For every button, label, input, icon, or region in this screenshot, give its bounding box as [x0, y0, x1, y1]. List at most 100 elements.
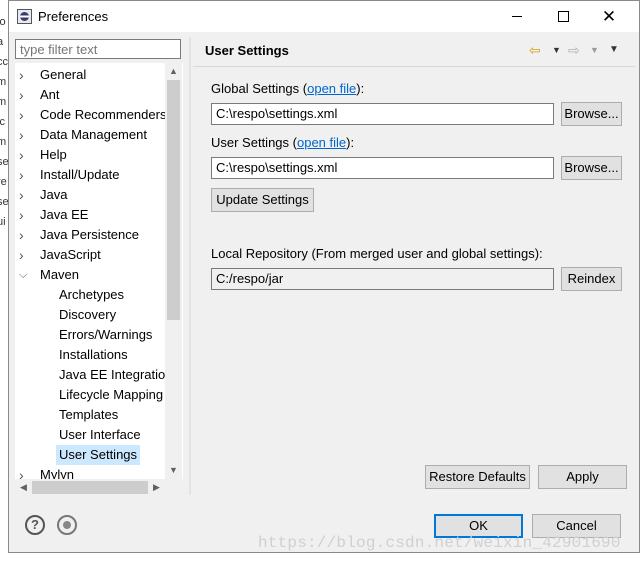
tree-item-label: User Interface — [59, 427, 141, 442]
tree-item-label: JavaScript — [40, 247, 101, 262]
scroll-right-icon[interactable]: ▶ — [148, 479, 165, 496]
tree-item-label: Java EE Integration — [59, 367, 173, 382]
chevron-right-icon[interactable]: › — [19, 65, 31, 85]
chevron-right-icon[interactable]: › — [19, 125, 31, 145]
tree-item-label: User Settings — [56, 445, 141, 465]
global-browse-button[interactable]: Browse... — [561, 102, 622, 126]
title-bar: Preferences ✕ — [9, 1, 639, 32]
chevron-right-icon[interactable]: › — [19, 105, 31, 125]
help-icon[interactable]: ? — [25, 515, 45, 535]
tree-item[interactable]: Installations — [15, 345, 165, 365]
tree-item[interactable]: › Help — [15, 145, 165, 165]
tree-item[interactable]: › Code Recommenders — [15, 105, 167, 125]
tree-item-label: Java — [40, 187, 68, 202]
minimize-button[interactable] — [494, 1, 540, 32]
restore-defaults-button[interactable]: Restore Defaults — [425, 465, 530, 489]
close-button[interactable]: ✕ — [586, 1, 632, 32]
scroll-down-icon[interactable]: ▼ — [165, 462, 182, 479]
tree-item-label: Java Persistence — [40, 227, 139, 242]
edge-fragment: m — [0, 136, 7, 148]
tree-item[interactable]: › Data Management — [15, 125, 165, 145]
tree-item[interactable]: ⌵ Maven — [15, 265, 165, 285]
reindex-button[interactable]: Reindex — [561, 267, 622, 291]
tree-item[interactable]: › Mylyn — [15, 465, 165, 479]
back-arrow-icon[interactable]: ⇦ — [529, 42, 541, 59]
edge-fragment: re — [0, 176, 7, 188]
tree-item[interactable]: Templates — [15, 405, 165, 425]
tree-item[interactable]: › General — [15, 65, 165, 85]
tree-item[interactable]: › Java — [15, 185, 165, 205]
scroll-thumb-horizontal[interactable] — [32, 481, 148, 494]
chevron-right-icon[interactable]: › — [19, 165, 31, 185]
edge-fragment: cc — [0, 56, 8, 68]
tree-item[interactable]: › JavaScript — [15, 245, 165, 265]
chevron-right-icon[interactable]: › — [19, 225, 31, 245]
tree-item[interactable]: Java EE Integration — [15, 365, 172, 385]
tree-item[interactable]: › Java EE — [15, 205, 165, 225]
forward-arrow-icon[interactable]: ⇨ — [568, 42, 580, 59]
edge-fragment: a — [0, 36, 4, 48]
scroll-left-icon[interactable]: ◀ — [15, 479, 32, 496]
view-menu-icon[interactable]: ▼ — [609, 44, 619, 55]
update-settings-button[interactable]: Update Settings — [211, 188, 314, 212]
tree-item-label: Mylyn — [40, 467, 74, 479]
tree-item[interactable]: Errors/Warnings — [15, 325, 165, 345]
window-title: Preferences — [38, 9, 109, 24]
tree-item-label: Code Recommenders — [40, 107, 167, 122]
maximize-button[interactable] — [540, 1, 586, 32]
tree-item-label: Ant — [40, 87, 60, 102]
record-macro-icon[interactable] — [57, 515, 77, 535]
chevron-right-icon[interactable]: › — [19, 145, 31, 165]
chevron-right-icon[interactable]: › — [19, 85, 31, 105]
user-open-file-link[interactable]: open file — [297, 135, 346, 150]
tree-item-label: Maven — [40, 267, 80, 282]
tree-item[interactable]: User Interface — [15, 425, 165, 445]
tree-item[interactable]: › Java Persistence — [15, 225, 165, 245]
scroll-thumb[interactable] — [167, 80, 180, 320]
tree-item-label: Java EE — [40, 207, 89, 222]
tree-item-label: Templates — [59, 407, 119, 422]
forward-history-chevron-icon[interactable]: ▼ — [590, 45, 599, 55]
chevron-right-icon[interactable]: › — [19, 205, 31, 225]
chevron-down-icon[interactable]: ⌵ — [19, 265, 31, 285]
scroll-up-icon[interactable]: ▲ — [165, 63, 182, 80]
tree-item-label: Help — [40, 147, 67, 162]
edge-fragment: m — [0, 76, 7, 88]
user-browse-button[interactable]: Browse... — [561, 156, 622, 180]
preferences-dialog: Preferences ✕ › General › Ant › Code Recommen… — [8, 0, 640, 553]
page-header: User Settings ⇦ ▼ ⇨ ▼ ▼ — [193, 34, 635, 67]
preference-tree[interactable]: › General › Ant › Code Recommenders › Data Mana… — [15, 63, 183, 479]
tree-item-label: Discovery — [59, 307, 117, 322]
edge-fragment: se — [0, 196, 8, 208]
global-settings-field[interactable]: C:\respo\settings.xml — [211, 103, 554, 125]
chevron-right-icon[interactable]: › — [19, 245, 31, 265]
tree-item-label: Lifecycle Mapping — [59, 387, 164, 402]
user-settings-label-suffix: ): — [346, 135, 355, 150]
user-settings-field[interactable]: C:\respo\settings.xml — [211, 157, 554, 179]
global-open-file-link[interactable]: open file — [307, 81, 356, 96]
tree-item[interactable]: › Ant — [15, 85, 165, 105]
pane-divider[interactable] — [189, 37, 191, 495]
tree-item-label: Installations — [59, 347, 128, 362]
global-settings-label-suffix: ): — [356, 81, 365, 96]
tree-vertical-scrollbar[interactable]: ▲ ▼ — [165, 63, 182, 479]
tree-item-label: Errors/Warnings — [59, 327, 153, 342]
local-repository-label: Local Repository (From merged user and g… — [211, 246, 543, 261]
tree-item[interactable]: Discovery — [15, 305, 165, 325]
tree-item[interactable]: Archetypes — [15, 285, 165, 305]
tree-item-label: Data Management — [40, 127, 147, 142]
back-history-chevron-icon[interactable]: ▼ — [552, 45, 561, 55]
page-title: User Settings — [205, 43, 289, 58]
tree-item-label: Install/Update — [40, 167, 120, 182]
apply-button[interactable]: Apply — [538, 465, 627, 489]
close-icon: ✕ — [601, 6, 617, 26]
filter-input[interactable] — [15, 39, 181, 59]
chevron-right-icon[interactable]: › — [19, 465, 31, 479]
tree-item[interactable]: › Install/Update — [15, 165, 165, 185]
global-settings-label: Global Settings (open file): — [211, 81, 364, 96]
tree-item[interactable]: Lifecycle Mapping — [15, 385, 165, 405]
chevron-right-icon[interactable]: › — [19, 185, 31, 205]
global-settings-label-text: Global Settings ( — [211, 81, 308, 96]
tree-horizontal-scrollbar[interactable]: ◀ ▶ — [15, 479, 165, 496]
tree-item[interactable]: User Settings — [15, 445, 165, 465]
